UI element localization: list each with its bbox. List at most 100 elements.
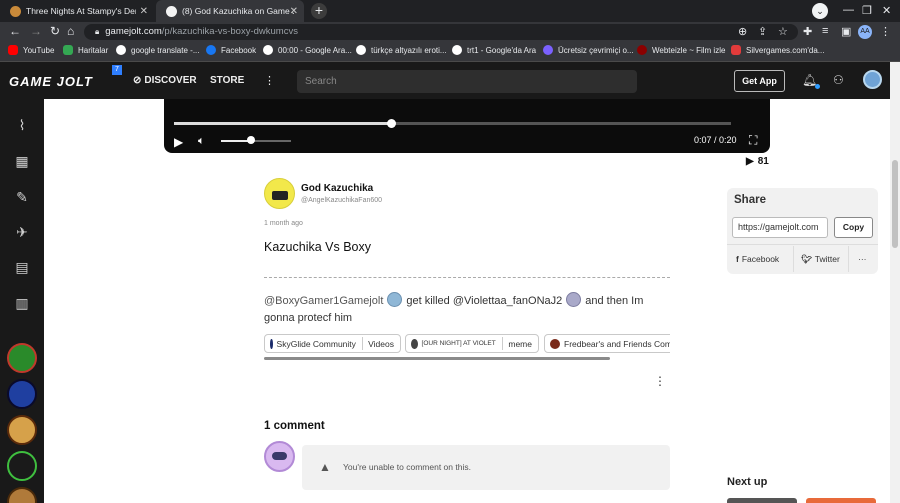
chat-icon[interactable]: ▤ (12, 259, 32, 277)
play-icon[interactable]: ▶ (174, 135, 183, 149)
store-icon[interactable]: ▦ (12, 153, 32, 171)
search-input[interactable]: Search (297, 70, 637, 93)
bookmarks-bar: YouTube Haritalar google translate -... … (0, 42, 900, 62)
maximize-icon[interactable]: ❐ (862, 4, 872, 17)
divider (727, 244, 878, 245)
share-page-icon[interactable]: ⇪ (758, 25, 767, 38)
chips-scrollbar[interactable] (264, 357, 610, 360)
post-timestamp[interactable]: 1 month ago (264, 220, 303, 227)
store-link[interactable]: STORE (210, 75, 244, 86)
profile-avatar[interactable]: AA (858, 25, 872, 39)
google-icon (356, 45, 366, 55)
copy-button[interactable]: Copy (834, 217, 873, 238)
comment-disabled-notice: ▲ You're unable to comment on this. (302, 445, 670, 490)
author-avatar[interactable] (264, 178, 295, 209)
view-count: ▶ 81 (746, 156, 769, 167)
page-scrollbar[interactable] (890, 62, 900, 503)
next-up-thumbnail[interactable] (806, 498, 876, 503)
share-twitter-button[interactable]: 🐦︎ Twitter (801, 246, 840, 272)
author-handle[interactable]: @AngelKazuchikaFan600 (301, 197, 382, 204)
next-up-thumbnail[interactable] (727, 498, 797, 503)
zoom-icon[interactable]: ⊕ (738, 25, 747, 38)
post-options-icon[interactable]: ⋮ (654, 374, 666, 388)
site-icon (731, 45, 741, 55)
gamejolt-logo[interactable]: GAME JOLT (9, 74, 93, 89)
get-app-button[interactable]: Get App (734, 70, 785, 92)
home-icon[interactable]: ⌂ (67, 24, 74, 38)
community-icon[interactable] (7, 415, 37, 445)
satellite-icon[interactable]: ✈ (12, 224, 32, 242)
browser-tab[interactable]: Three Nights At Stampy's Demak... ✕ (0, 0, 154, 22)
bookmark-item[interactable]: 00:00 - Google Ara... (263, 45, 352, 55)
community-icon[interactable] (7, 487, 37, 503)
reading-list-icon[interactable]: ≡ (822, 25, 828, 37)
browser-toolbar: ← → ⌂ ↻ 🔒︎ gamejolt.com/p/kazuchika-vs-bo… (0, 22, 900, 42)
close-window-icon[interactable]: ✕ (882, 4, 891, 17)
forward-icon[interactable]: → (30, 24, 42, 38)
community-chip[interactable]: SkyGlide Community Videos (264, 334, 401, 353)
minimize-icon[interactable]: — (843, 4, 854, 16)
unread-dot (815, 84, 820, 89)
volume-handle[interactable] (247, 136, 255, 144)
warning-icon: ▲ (319, 460, 331, 474)
video-player[interactable]: ▶ 🔈︎ 0:07 / 0:20 ⛶ (164, 99, 770, 153)
fullscreen-icon[interactable]: ⛶ (749, 133, 757, 148)
extensions-icon[interactable]: ✚ (803, 25, 812, 38)
chip-separator (501, 337, 503, 350)
browser-tab-active[interactable]: (8) God Kazuchika on Game Jolt... ✕ (156, 0, 304, 22)
user-avatar[interactable] (863, 70, 882, 89)
activity-icon[interactable]: ⌇ (12, 117, 32, 135)
mention-link[interactable]: @BoxyGamer1Gamejolt (264, 295, 383, 307)
side-panel-icon[interactable]: ▣ (841, 25, 851, 38)
community-icon (411, 338, 418, 349)
tab-title: Three Nights At Stampy's Demak... (26, 6, 136, 16)
friends-icon[interactable]: ⚇ (833, 73, 844, 87)
twitter-label: Twitter (814, 254, 840, 264)
facebook-icon: f (736, 254, 739, 264)
bookmark-label: google translate -... (131, 45, 200, 55)
facebook-icon (206, 45, 216, 55)
bookmark-item[interactable]: türkçe altyazılı eroti... (356, 45, 447, 55)
reload-icon[interactable]: ↻ (50, 24, 60, 38)
tab-search-icon[interactable]: ⌄ (812, 3, 828, 19)
comments-heading: 1 comment (264, 420, 325, 432)
discover-link[interactable]: ⊘ DISCOVER (133, 75, 197, 86)
community-icon (550, 338, 560, 349)
community-chip[interactable]: [OUR NIGHT] AT VIOLET meme (405, 334, 539, 353)
address-bar[interactable]: 🔒︎ gamejolt.com/p/kazuchika-vs-boxy-dwkum… (84, 24, 798, 40)
tab-title: (8) God Kazuchika on Game Jolt... (182, 6, 294, 16)
progress-handle[interactable] (387, 119, 396, 128)
community-icon[interactable] (7, 379, 37, 409)
post-text: get killed @Violettaa_fanONaJ2 (406, 295, 563, 307)
maps-icon (63, 45, 73, 55)
bookmark-star-icon[interactable]: ☆ (778, 25, 788, 38)
discover-icon[interactable]: ✎ (12, 189, 32, 207)
discover-label: DISCOVER (144, 75, 197, 86)
youtube-icon (8, 45, 18, 55)
close-tab-icon[interactable]: ✕ (140, 6, 148, 17)
community-icon[interactable] (7, 343, 37, 373)
bookmark-item[interactable]: YouTube (8, 45, 54, 55)
browser-menu-icon[interactable]: ⋮ (880, 25, 891, 38)
back-icon[interactable]: ← (9, 24, 21, 38)
bookmark-item[interactable]: Haritalar (63, 45, 108, 55)
bookmark-item[interactable]: Ücretsiz çevrimiçi o... (543, 45, 634, 55)
more-menu-icon[interactable]: ⋮ (264, 74, 275, 87)
share-url-field[interactable]: https://gamejolt.com (732, 217, 828, 238)
community-icon[interactable] (7, 451, 37, 481)
library-icon[interactable]: ▥ (12, 295, 32, 313)
new-tab-button[interactable]: + (311, 3, 327, 19)
bookmark-item[interactable]: Facebook (206, 45, 256, 55)
bookmark-item[interactable]: google translate -... (116, 45, 199, 55)
tab-favicon-icon (10, 5, 21, 17)
bookmark-item[interactable]: Silvergames.com'da... (731, 45, 824, 55)
bookmark-item[interactable]: trt1 - Google'da Ara (452, 45, 536, 55)
share-facebook-button[interactable]: f Facebook (736, 246, 779, 272)
volume-icon[interactable]: 🔈︎ (198, 135, 205, 148)
author-name[interactable]: God Kazuchika (301, 183, 373, 194)
bookmark-item[interactable]: Webteizle ~ Film izle (637, 45, 725, 55)
close-tab-icon[interactable]: ✕ (290, 6, 298, 17)
share-more-button[interactable]: ··· (858, 246, 867, 272)
community-chip[interactable]: Fredbear's and Friends Comm (544, 334, 670, 353)
scrollbar-thumb[interactable] (892, 160, 898, 248)
